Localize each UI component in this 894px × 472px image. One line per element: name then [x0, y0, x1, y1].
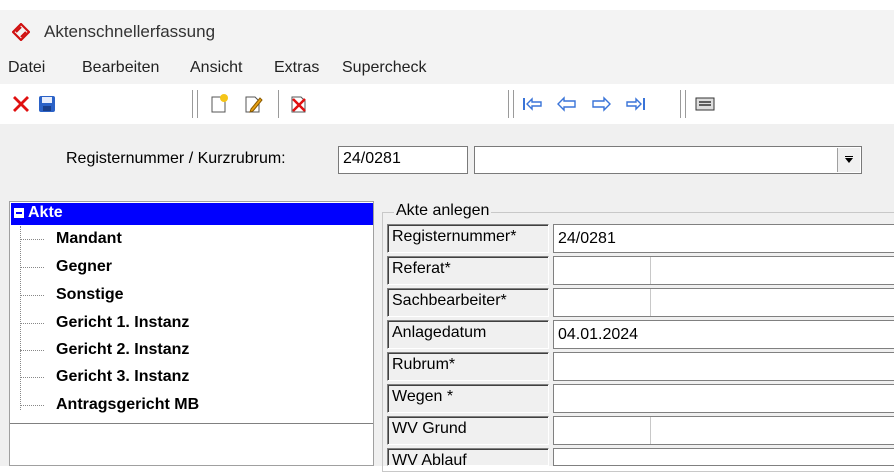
title-bar: Aktenschnellerfassung [0, 10, 894, 54]
registernummer-label: Registernummer / Kurzrubrum: [66, 150, 286, 167]
input-registernummer[interactable]: 24/0281 [553, 224, 894, 253]
group-title: Akte anlegen [394, 202, 492, 220]
input-referat[interactable] [553, 256, 894, 285]
chevron-down-icon [845, 156, 853, 163]
delete-document-button[interactable] [286, 91, 312, 117]
input-wv-grund[interactable] [553, 416, 894, 445]
menu-extras[interactable]: Extras [274, 59, 319, 77]
menu-bar: Datei Bearbeiten Ansicht Extras Superche… [0, 54, 894, 84]
toolbar-separator [197, 90, 198, 118]
kurzrubrum-combobox[interactable] [474, 146, 862, 174]
toolbar-separator [508, 90, 509, 118]
menu-supercheck[interactable]: Supercheck [342, 59, 427, 77]
new-document-button[interactable] [206, 91, 232, 117]
toolbar-separator [192, 90, 193, 118]
previous-record-button[interactable] [554, 91, 580, 117]
input-wv-ablauf[interactable] [553, 448, 894, 466]
new-document-icon [211, 94, 228, 113]
label-wv-ablauf: WV Ablauf [387, 448, 549, 466]
menu-ansicht[interactable]: Ansicht [190, 59, 242, 77]
close-red-x-icon [13, 96, 29, 112]
label-wegen: Wegen * [387, 384, 549, 413]
input-wegen[interactable] [553, 384, 894, 413]
label-rubrum: Rubrum* [387, 352, 549, 381]
edit-document-icon [245, 96, 263, 113]
label-wv-grund: WV Grund [387, 416, 549, 445]
menu-bearbeiten[interactable]: Bearbeiten [82, 59, 159, 77]
first-record-icon [523, 97, 542, 111]
input-anlagedatum[interactable]: 04.01.2024 [553, 320, 894, 349]
akte-tree: Akte Mandant Gegner Sonstige Gericht 1. … [9, 201, 374, 466]
last-record-button[interactable] [622, 91, 648, 117]
tree-guide-line [20, 226, 21, 410]
kurzrubrum-dropdown-button[interactable] [837, 148, 860, 172]
content-area: Registernummer / Kurzrubrum: 24/0281 Akt… [0, 124, 894, 472]
input-rubrum[interactable] [553, 352, 894, 381]
close-button[interactable] [8, 91, 34, 117]
label-registernummer: Registernummer* [387, 224, 549, 253]
keyboard-icon [695, 97, 715, 111]
registernummer-input[interactable]: 24/0281 [338, 146, 468, 174]
tree-root-akte[interactable]: Akte [11, 203, 373, 225]
edit-document-button[interactable] [240, 91, 266, 117]
delete-document-icon [291, 96, 306, 113]
input-sachbearbeiter[interactable] [553, 288, 894, 317]
previous-record-icon [557, 96, 576, 112]
next-record-icon [592, 96, 611, 112]
save-disk-icon [39, 96, 55, 112]
red-diamond-arrows-icon [12, 23, 30, 41]
last-record-icon [626, 97, 645, 111]
collapse-minus-icon[interactable] [14, 208, 24, 218]
label-sachbearbeiter: Sachbearbeiter* [387, 288, 549, 317]
toolbar-separator [680, 90, 681, 118]
tree-divider [10, 423, 373, 424]
toolbar [0, 84, 894, 125]
first-record-button[interactable] [520, 91, 546, 117]
next-record-button[interactable] [588, 91, 614, 117]
label-referat: Referat* [387, 256, 549, 285]
toolbar-separator [278, 90, 279, 118]
keyboard-button[interactable] [692, 91, 718, 117]
window-title: Aktenschnellerfassung [44, 22, 216, 41]
label-anlagedatum: Anlagedatum [387, 320, 549, 349]
save-button[interactable] [34, 91, 60, 117]
toolbar-separator [513, 90, 514, 118]
toolbar-separator [685, 90, 686, 118]
menu-datei[interactable]: Datei [8, 59, 45, 77]
